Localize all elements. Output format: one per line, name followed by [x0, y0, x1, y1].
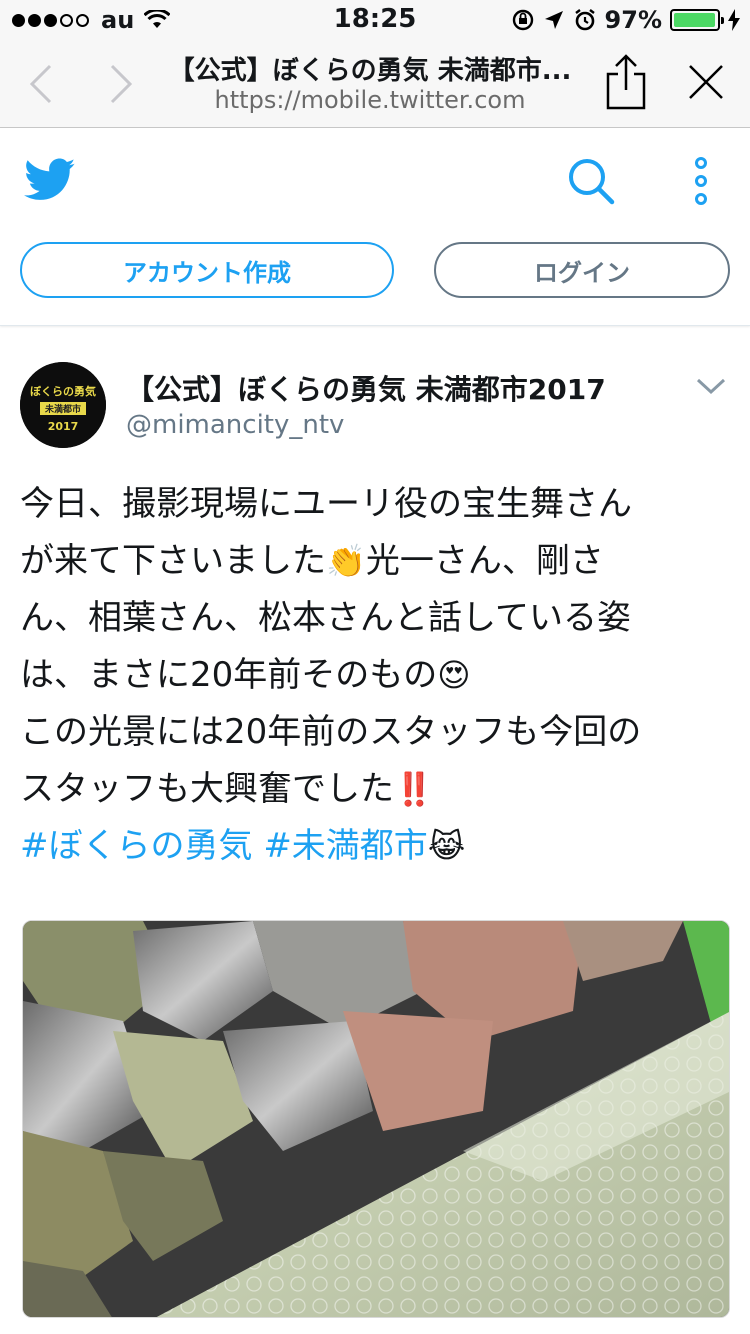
- browser-toolbar: 【公式】ぼくらの勇気 未満都市... https://mobile.twitte…: [0, 40, 750, 128]
- tweet-line: スタッフも大興奮でした‼️: [20, 761, 732, 818]
- tweet-line: この光景には20年前のスタッフも今回の: [20, 712, 642, 752]
- login-button[interactable]: ログイン: [434, 242, 730, 298]
- status-right: 97%: [511, 4, 740, 36]
- tweet-line: は、まさに20年前そのもの😍: [20, 647, 732, 704]
- avatar-logo-image: ぼくらの勇気 未満都市 2017: [20, 362, 106, 448]
- svg-text:ぼくらの勇気: ぼくらの勇気: [30, 384, 96, 398]
- tweet-text: 今日、撮影現場にユーリ役の宝生舞さん が来て下さいました👏光一さん、剛さ ん、相…: [20, 476, 732, 875]
- rotation-lock-icon: [512, 9, 533, 31]
- twitter-logo-icon[interactable]: [24, 158, 76, 202]
- tweet: ぼくらの勇気 未満都市 2017 【公式】ぼくらの勇気 未満都市2017 @mi…: [0, 326, 750, 1334]
- page-title: 【公式】ぼくらの勇気 未満都市...: [168, 56, 572, 86]
- battery-level: [674, 13, 715, 27]
- battery-percent: 97%: [604, 6, 662, 34]
- page-url: https://mobile.twitter.com: [214, 86, 526, 114]
- heart-eyes-emoji: 😍: [437, 656, 471, 694]
- chocolate-box-image: [23, 921, 729, 1317]
- twitter-header: アカウント作成 ログイン: [0, 128, 750, 326]
- tweet-line: #ぼくらの勇気 #未満都市😹: [20, 818, 732, 875]
- alarm-clock-icon: [574, 9, 595, 31]
- chevron-down-icon[interactable]: [694, 374, 728, 398]
- tweet-photo[interactable]: [22, 920, 730, 1318]
- tweet-line: 今日、撮影現場にユーリ役の宝生舞さん: [20, 484, 632, 524]
- double-exclamation-emoji: ‼️: [394, 770, 434, 808]
- share-icon[interactable]: [604, 54, 648, 110]
- clapping-hands-emoji: 👏: [326, 542, 366, 580]
- charging-bolt-icon: [728, 9, 740, 31]
- close-icon[interactable]: [686, 62, 726, 102]
- more-options-icon[interactable]: [686, 156, 716, 206]
- location-arrow-icon: [544, 11, 563, 29]
- svg-text:2017: 2017: [48, 420, 79, 433]
- tweet-line: ん、相葉さん、松本さんと話している姿: [20, 598, 631, 638]
- tweet-line: が来て下さいました👏光一さん、剛さ: [20, 533, 732, 590]
- cat-tears-of-joy-emoji: 😹: [427, 827, 466, 865]
- avatar[interactable]: ぼくらの勇気 未満都市 2017: [20, 362, 106, 448]
- display-name[interactable]: 【公式】ぼくらの勇気 未満都市2017: [126, 368, 606, 408]
- signup-button[interactable]: アカウント作成: [20, 242, 394, 298]
- forward-arrow-icon[interactable]: [100, 60, 140, 108]
- hashtag-link[interactable]: #未満都市: [263, 826, 428, 866]
- svg-text:未満都市: 未満都市: [44, 403, 81, 415]
- user-handle[interactable]: @mimancity_ntv: [126, 410, 344, 440]
- battery-icon: [670, 9, 724, 31]
- back-arrow-icon[interactable]: [22, 60, 62, 108]
- status-bar: au 18:25 97%: [0, 0, 750, 40]
- hashtag-link[interactable]: #ぼくらの勇気: [20, 826, 253, 866]
- search-icon[interactable]: [566, 156, 616, 206]
